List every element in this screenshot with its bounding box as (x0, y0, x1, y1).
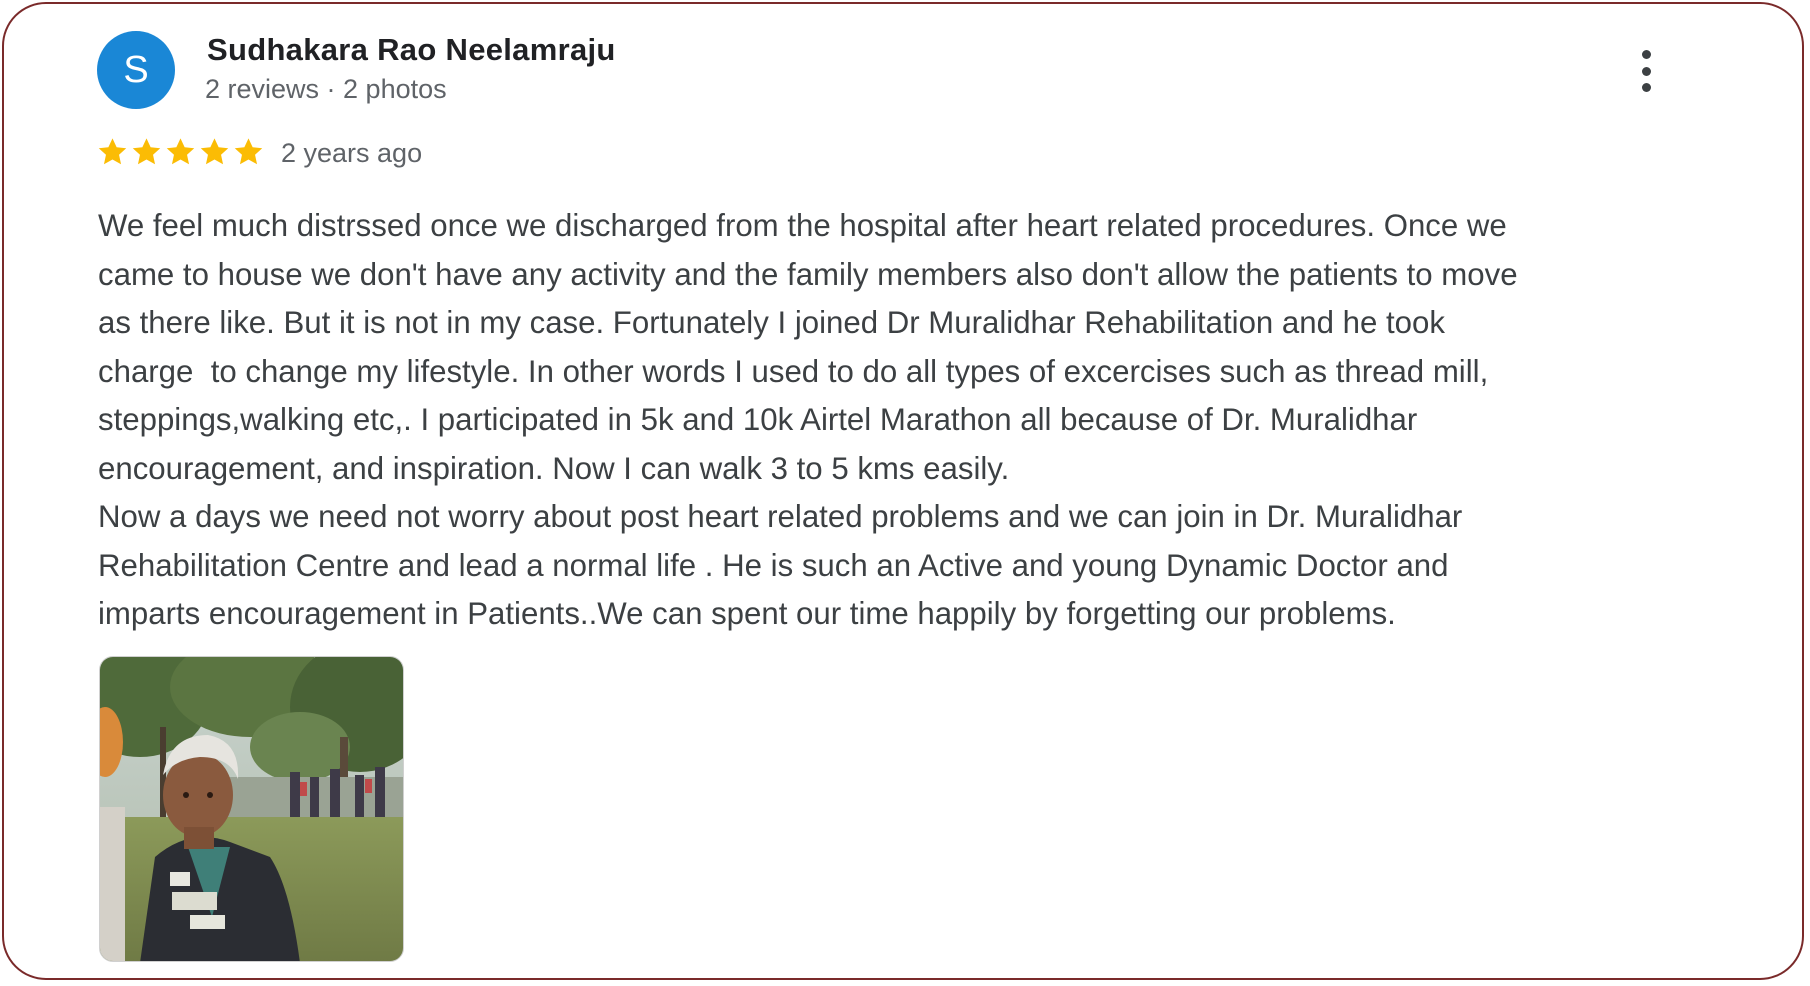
star-icon (200, 138, 229, 165)
author-name[interactable]: Sudhakara Rao Neelamraju (207, 32, 616, 68)
review-text-line: imparts encouragement in Patients..We ca… (98, 596, 1396, 631)
more-vert-icon-dot (1641, 83, 1651, 92)
review-time: 2 years ago (281, 138, 423, 168)
avatar-initial: S (123, 48, 149, 91)
review-text-line: encouragement, and inspiration. Now I ca… (98, 450, 1010, 486)
more-vert-icon-dot (1641, 66, 1651, 76)
review-text-line: Rehabilitation Centre and lead a normal … (98, 547, 1449, 583)
review-text-line: as there like. But it is not in my case.… (98, 305, 1445, 340)
star-rating (96, 136, 265, 168)
review-text-line: We feel much distrssed once we discharge… (98, 208, 1507, 243)
review-photo[interactable] (99, 656, 404, 962)
review-card: S Sudhakara Rao Neelamraju 2 reviews · 2… (2, 2, 1804, 980)
more-vert-icon (1641, 50, 1651, 59)
review-text-line: steppings,walking etc,. I participated i… (98, 402, 1418, 437)
star-icon (234, 138, 263, 165)
star-icon (132, 138, 161, 165)
review-text: We feel much distrssed once we discharge… (98, 202, 1758, 639)
review-text-line: charge to change my lifestyle. In other … (98, 353, 1489, 389)
review-photo-image (100, 657, 403, 961)
more-options-button[interactable] (1626, 44, 1666, 98)
star-icon (98, 138, 127, 165)
review-text-line: came to house we don't have any activity… (98, 256, 1518, 292)
author-meta: 2 reviews · 2 photos (205, 74, 447, 104)
star-icon (166, 138, 195, 165)
avatar[interactable]: S (97, 31, 175, 109)
review-text-line: Now a days we need not worry about post … (98, 499, 1463, 534)
